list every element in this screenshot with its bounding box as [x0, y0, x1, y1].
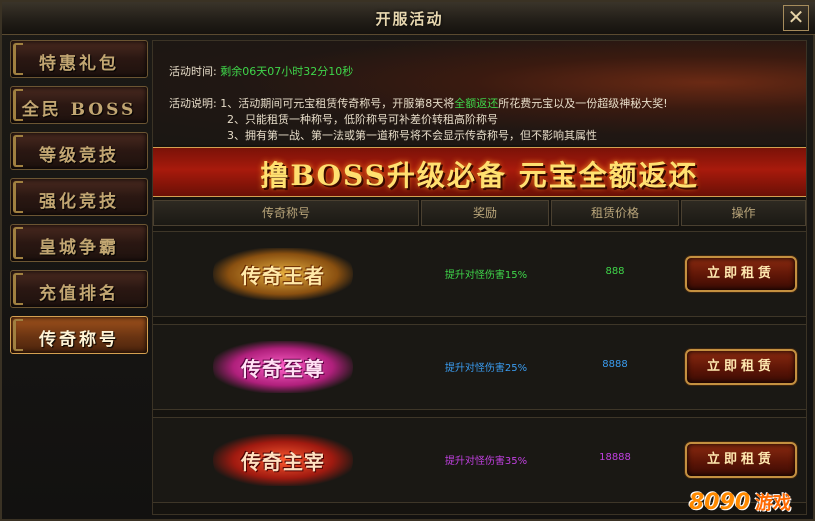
price-text: 888 [605, 266, 625, 277]
main-panel: 活动时间: 剩余06天07小时32分10秒 活动说明: 1、活动期间可元宝租赁传… [152, 40, 807, 515]
title-badge-text: 传奇王者 [241, 263, 325, 288]
sidebar-item-castle-war[interactable]: 皇城争霸 [10, 224, 148, 262]
reward-text: 提升对怪伤害25% [444, 363, 528, 374]
sidebar-item-label: 充值排名 [39, 284, 119, 304]
countdown-timer: 剩余06天07小时32分10秒 [220, 65, 354, 78]
desc-line-1c: 所花费元宝以及一份超级神秘大奖! [498, 97, 668, 110]
rent-now-button[interactable]: 立即租赁 [685, 442, 797, 478]
watermark-text: 游戏 [755, 493, 791, 514]
close-button[interactable]: ✕ [783, 5, 809, 31]
sidebar-item-world-boss[interactable]: 全民 BOSS [10, 86, 148, 124]
sidebar-item-label: 皇城争霸 [39, 238, 119, 258]
window-title: 开服活动 [375, 10, 444, 28]
title-badge-text: 传奇至尊 [241, 356, 325, 381]
sidebar-item-level-race[interactable]: 等级竞技 [10, 132, 148, 170]
activity-time-label: 活动时间: [169, 65, 217, 78]
price-text: 8888 [602, 359, 628, 370]
desc-line-1a: 1、活动期间可元宝租赁传奇称号，开服第8天将 [220, 97, 455, 110]
sidebar-item-label: 传奇称号 [39, 330, 119, 350]
desc-line-2: 2、只能租赁一种称号，低阶称号可补差价转租高阶称号 [227, 113, 498, 126]
activity-info: 活动时间: 剩余06天07小时32分10秒 活动说明: 1、活动期间可元宝租赁传… [153, 41, 806, 145]
banner-text: 撸BOSS升级必备 元宝全额返还 [260, 159, 699, 192]
site-watermark-logo: 8090 游戏 [687, 477, 807, 517]
table-row: 传奇至尊 提升对怪伤害25% 8888 立即租赁 [153, 324, 806, 410]
col-header-reward: 奖励 [421, 200, 549, 226]
rent-now-button[interactable]: 立即租赁 [685, 256, 797, 292]
title-badge-text: 传奇主宰 [241, 449, 325, 474]
activity-desc-row-1: 活动说明: 1、活动期间可元宝租赁传奇称号，开服第8天将全额返还所花费元宝以及一… [169, 95, 668, 111]
sidebar-item-label: 全民 BOSS [21, 100, 137, 120]
sidebar-item-discount-pack[interactable]: 特惠礼包 [10, 40, 148, 78]
sidebar-nav: 特惠礼包 全民 BOSS 等级竞技 强化竞技 皇城争霸 充值排名 传奇称号 [10, 40, 148, 362]
reward-text: 提升对怪伤害15% [444, 270, 528, 281]
activity-time-row: 活动时间: 剩余06天07小时32分10秒 [169, 63, 353, 79]
price-text: 18888 [599, 452, 631, 463]
legend-supreme-badge: 传奇至尊 [213, 341, 353, 393]
legend-king-badge: 传奇王者 [213, 248, 353, 300]
desc-line-3: 3、拥有第一战、第一法或第一道称号将不会显示传奇称号，但不影响其属性 [227, 129, 597, 142]
col-header-title: 传奇称号 [153, 200, 419, 226]
sidebar-item-label: 强化竞技 [39, 192, 119, 212]
col-header-action: 操作 [681, 200, 806, 226]
watermark-number: 8090 [689, 490, 751, 515]
activity-window: 开服活动 ✕ 特惠礼包 全民 BOSS 等级竞技 强化竞技 皇城争霸 充值排名 [0, 0, 815, 521]
title-bar: 开服活动 ✕ [2, 2, 815, 35]
table-row: 传奇王者 提升对怪伤害15% 888 立即租赁 [153, 231, 806, 317]
promo-banner: 撸BOSS升级必备 元宝全额返还 [153, 147, 806, 197]
sidebar-item-legend-title[interactable]: 传奇称号 [10, 316, 148, 354]
rent-now-button[interactable]: 立即租赁 [685, 349, 797, 385]
col-header-price: 租赁价格 [551, 200, 679, 226]
sidebar-item-label: 特惠礼包 [39, 54, 119, 74]
sidebar-item-enhance-race[interactable]: 强化竞技 [10, 178, 148, 216]
legend-overlord-badge: 传奇主宰 [213, 434, 353, 486]
sidebar-item-recharge-rank[interactable]: 充值排名 [10, 270, 148, 308]
activity-desc-label: 活动说明: [169, 97, 217, 110]
reward-text: 提升对怪伤害35% [444, 456, 528, 467]
desc-line-1-highlight: 全额返还 [454, 97, 499, 110]
table-header: 传奇称号 奖励 租赁价格 操作 [153, 200, 806, 226]
sidebar-item-label: 等级竞技 [39, 146, 119, 166]
